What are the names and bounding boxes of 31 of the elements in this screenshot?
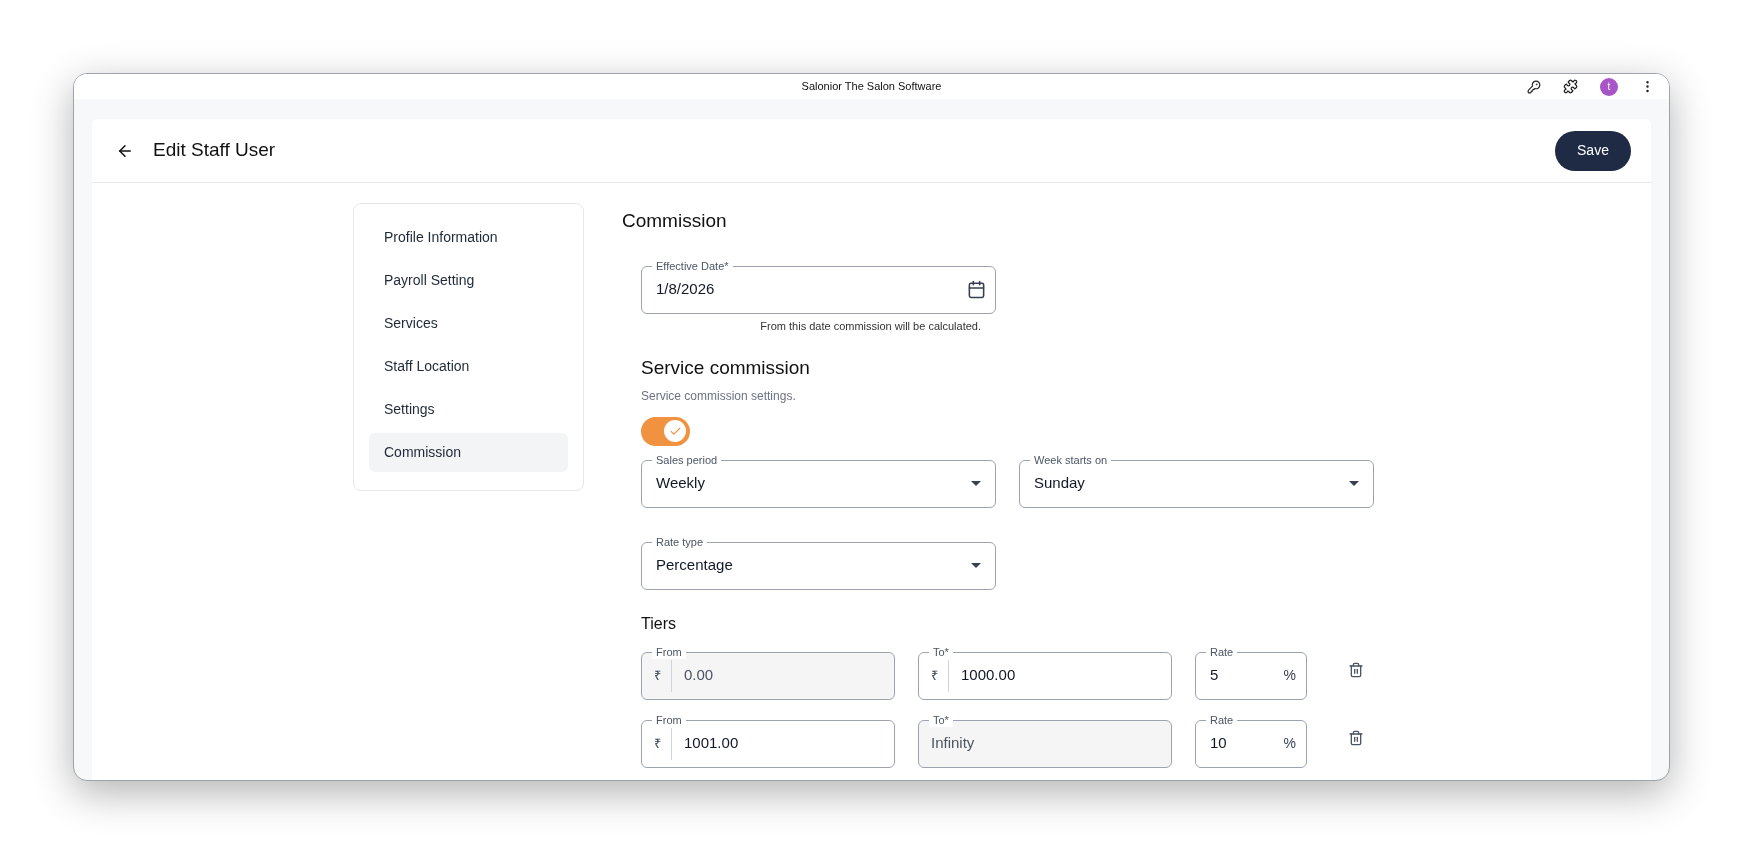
section-title: Commission <box>622 209 728 233</box>
dropdown-caret-icon <box>1349 481 1359 486</box>
key-icon[interactable] <box>1527 79 1541 94</box>
window-title: Salonior The Salon Software <box>801 79 942 95</box>
subsection-title: Service commission <box>641 356 811 380</box>
field-value: 1/8/2026 <box>656 279 715 300</box>
tiers-title: Tiers <box>641 613 677 634</box>
toggle-switch[interactable] <box>641 416 690 446</box>
select-value: Percentage <box>656 555 733 576</box>
field-value: Infinity <box>931 733 975 754</box>
dropdown-caret-icon <box>971 563 981 568</box>
select-value: Sunday <box>1034 473 1085 494</box>
helper-text: From this date commission will be calculated. <box>759 318 982 334</box>
extensions-icon[interactable] <box>1563 79 1578 94</box>
dropdown-caret-icon <box>971 481 981 486</box>
field-value: 0.00 <box>684 665 714 686</box>
sidebar-item[interactable]: Commission <box>369 433 568 472</box>
field-value: 1000.00 <box>961 665 1016 686</box>
select-value: Weekly <box>656 473 705 494</box>
trash-icon <box>1348 729 1364 746</box>
field-value: 1001.00 <box>684 733 739 754</box>
field-value: 10 <box>1210 733 1227 754</box>
subsection-subtitle: Service commission settings. <box>641 387 797 405</box>
calendar-icon[interactable] <box>967 280 986 299</box>
trash-icon <box>1348 661 1364 678</box>
page-title: Edit Staff User <box>153 138 276 163</box>
percent-sign: % <box>1283 734 1296 753</box>
save-button[interactable]: Save <box>1555 130 1631 171</box>
field-value: 5 <box>1210 665 1219 686</box>
percent-sign: % <box>1283 666 1296 685</box>
avatar[interactable]: t <box>1600 77 1618 96</box>
